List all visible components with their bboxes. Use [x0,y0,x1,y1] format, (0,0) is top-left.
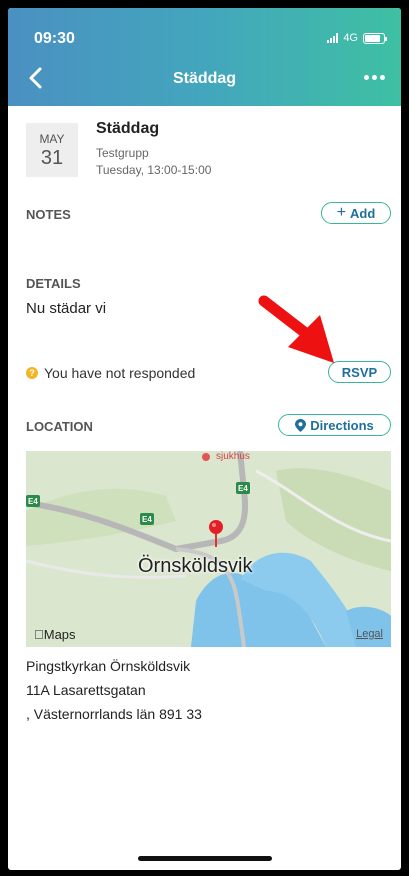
map-graphic: E4 E4 E4 [26,451,391,647]
status-time: 09:30 [34,30,75,47]
location-map[interactable]: E4 E4 E4 sjukhus Örnsköldsvik Maps Lega… [26,451,391,647]
location-pin-icon [295,418,307,432]
directions-label: Directions [310,417,374,433]
svg-text:E4: E4 [28,497,38,506]
svg-text:E4: E4 [238,484,248,493]
header-bar: 09:30 4G Städdag [8,8,401,106]
address-line-2: 11A Lasarettsgatan [26,682,146,698]
home-indicator[interactable] [138,856,272,861]
notes-label: NOTES [26,207,71,222]
more-options-icon[interactable] [364,75,385,80]
poi-label: sjukhus [216,451,250,462]
apple-maps-logo: Maps [34,627,76,642]
date-month: MAY [39,132,65,146]
date-day: 31 [40,147,64,169]
add-note-label: Add [350,205,376,221]
plus-icon: + [336,203,347,221]
map-legal-link[interactable]: Legal [356,628,383,640]
details-text: Nu städar vi [26,300,107,317]
signal-icon [327,33,339,43]
network-type: 4G [343,32,358,44]
add-note-button[interactable]: + Add [321,202,391,224]
rsvp-label: RSVP [341,364,378,380]
address-line-3: , Västernorrlands län 891 33 [26,706,202,722]
page-title: Städdag [172,70,237,87]
location-label: LOCATION [26,419,93,434]
response-status-text: You have not responded [44,365,196,381]
details-label: DETAILS [26,276,81,291]
status-indicators: 4G [327,32,387,44]
address-line-1: Pingstkyrkan Örnsköldsvik [26,658,191,674]
apple-icon:  [34,627,44,642]
annotation-arrow [258,295,334,363]
battery-icon [363,32,387,44]
question-icon: ? [26,367,38,379]
event-title: Städdag [96,120,160,137]
event-time: Tuesday, 13:00-15:00 [96,163,212,177]
directions-button[interactable]: Directions [278,414,391,436]
date-badge: MAY 31 [26,123,78,177]
svg-text:E4: E4 [142,515,152,524]
app-screen: 09:30 4G Städdag MAY 31 Städdag Testgrup… [8,8,401,870]
response-status: ? You have not responded [26,365,195,381]
event-group: Testgrupp [96,146,149,160]
map-city-label: Örnsköldsvik [138,555,253,577]
